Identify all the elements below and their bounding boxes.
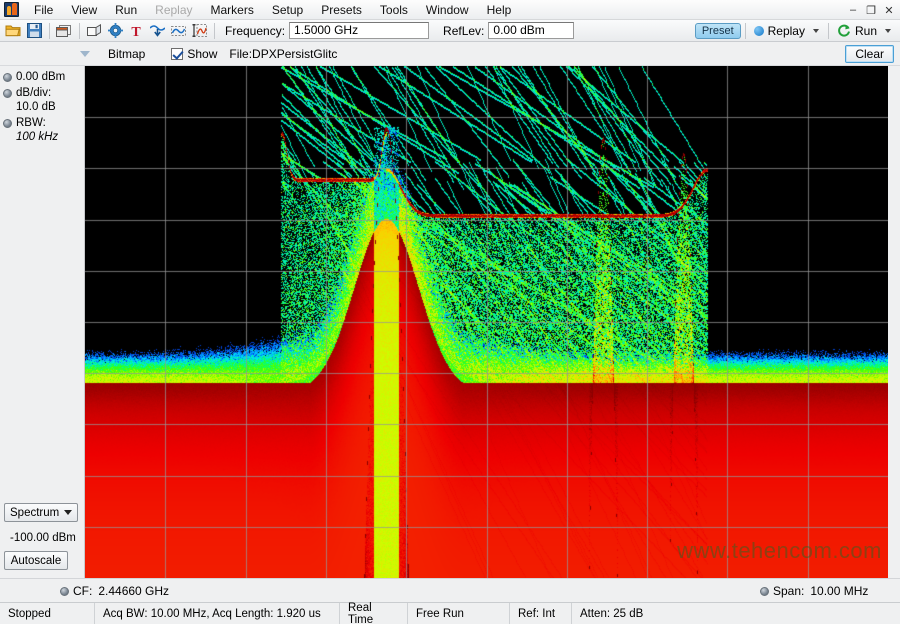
window-controls: – ❐ ✕ [844,0,898,20]
replay-button[interactable]: Replay [750,23,809,39]
dpx-canvas [85,66,888,578]
restore-icon[interactable]: ❐ [862,1,880,19]
replay-icon [753,26,764,36]
menu-item-replay: Replay [155,2,193,17]
menu-item-setup[interactable]: Setup [263,0,312,20]
menu-item-help[interactable]: Help [478,0,521,20]
replay-dropdown-icon[interactable] [809,21,823,41]
ref-level-value: 0.00 dBm [16,71,66,83]
marker-trace-icon[interactable] [168,21,188,41]
chevron-down-icon [64,510,72,515]
amplitude-scale-icon[interactable] [189,21,209,41]
status-run-state: Stopped [0,602,95,624]
span-value: 10.00 MHz [810,584,869,598]
replay-label: Replay [767,24,805,38]
toolbar-separator [214,22,215,39]
menu-bar: File View Run Replay Markers Setup Prese… [25,0,520,20]
bitmap-file-label: File:DPXPersistGlitc [229,46,338,61]
display-mode-select[interactable]: Spectrum [4,503,78,522]
clear-button[interactable]: Clear [845,45,894,63]
knob-icon[interactable] [3,73,12,82]
toolbar-separator [79,22,80,39]
run-button[interactable]: Run [833,23,881,39]
menu-item-window[interactable]: Window [417,0,478,20]
new-window-icon[interactable] [54,21,74,41]
displays-icon[interactable] [84,21,104,41]
title-bar: File View Run Replay Markers Setup Prese… [0,0,900,20]
knob-icon[interactable] [760,586,769,596]
knob-icon[interactable] [3,119,12,128]
frequency-input[interactable]: 1.5000 GHz [289,22,430,39]
open-folder-icon[interactable] [3,21,23,41]
frequency-span-bar: CF: 2.44660 GHz Span: 10.00 MHz [0,578,900,602]
toolbar-separator [49,22,50,39]
tektronix-logo-icon [4,2,19,17]
autoscale-button[interactable]: Autoscale [4,551,68,570]
text-marker-icon[interactable]: T [126,21,146,41]
db-div-label: dB/div: [16,87,52,99]
toolbar-separator [744,23,746,39]
left-sidebar: 0.00 dBm dB/div: 10.0 dB RBW: 100 kHz Sp… [0,66,85,578]
ref-level-control[interactable]: 0.00 dBm [0,68,84,84]
span-control[interactable]: Span: 10.00 MHz [760,579,868,603]
minimize-icon[interactable]: – [844,1,862,19]
reflev-input[interactable]: 0.00 dBm [488,22,575,39]
rbw-label: RBW: [16,117,46,129]
db-per-div-control[interactable]: dB/div: 10.0 dB [0,84,84,114]
bitmap-title: Bitmap [108,46,146,61]
close-icon[interactable]: ✕ [880,1,898,19]
settings-gear-icon[interactable] [105,21,125,41]
menu-item-presets[interactable]: Presets [312,0,371,20]
rbw-value: 100 kHz [16,131,59,143]
chevron-down-icon[interactable] [80,50,90,57]
status-reference: Ref: Int [510,602,572,624]
bitmap-settings-bar: Bitmap Show File:DPXPersistGlitc Clear [0,42,900,66]
knob-icon[interactable] [60,586,69,596]
save-disk-icon[interactable] [24,21,44,41]
status-attenuation: Atten: 25 dB [580,607,644,620]
marker-to-peak-icon[interactable] [147,21,167,41]
svg-text:T: T [131,25,141,38]
status-acquisition: Acq BW: 10.00 MHz, Acq Length: 1.920 us [95,602,340,624]
menu-item-file[interactable]: File [25,0,62,20]
toolbar-right-group: Preset Replay Run [694,21,896,41]
min-level-label: -100.00 dBm [10,532,76,544]
toolbar-separator [827,23,829,39]
menu-item-markers[interactable]: Markers [202,0,263,20]
run-label: Run [854,24,877,38]
show-label: Show [187,46,218,61]
main-toolbar: T Frequency: 1.5000 GHz RefLev: 0.00 dBm… [0,20,900,42]
dpx-spectrum-plot[interactable]: www.tehencom.com [85,66,888,578]
menu-item-run[interactable]: Run [106,0,146,20]
menu-item-tools[interactable]: Tools [371,0,417,20]
db-div-value: 10.0 dB [16,101,56,113]
reflev-label: RefLev: [443,23,485,38]
status-trigger: Free Run [408,602,510,624]
spectrum-analyzer-window: File View Run Replay Markers Setup Prese… [0,0,900,624]
preset-button[interactable]: Preset [694,23,741,39]
frequency-label: Frequency: [225,23,286,38]
run-dropdown-icon[interactable] [881,21,895,41]
menu-item-view[interactable]: View [62,0,106,20]
cf-value: 2.44660 GHz [98,584,170,598]
center-frequency-control[interactable]: CF: 2.44660 GHz [60,579,169,603]
display-mode-value: Spectrum [10,506,60,519]
status-mode: Real Time [340,602,408,624]
status-bar: Stopped Acq BW: 10.00 MHz, Acq Length: 1… [0,602,900,624]
cf-label: CF: [73,584,93,598]
show-checkbox[interactable] [171,47,184,60]
rbw-control[interactable]: RBW: 100 kHz [0,114,84,144]
run-refresh-icon [838,24,850,37]
span-label: Span: [773,584,805,598]
knob-icon[interactable] [3,89,12,98]
